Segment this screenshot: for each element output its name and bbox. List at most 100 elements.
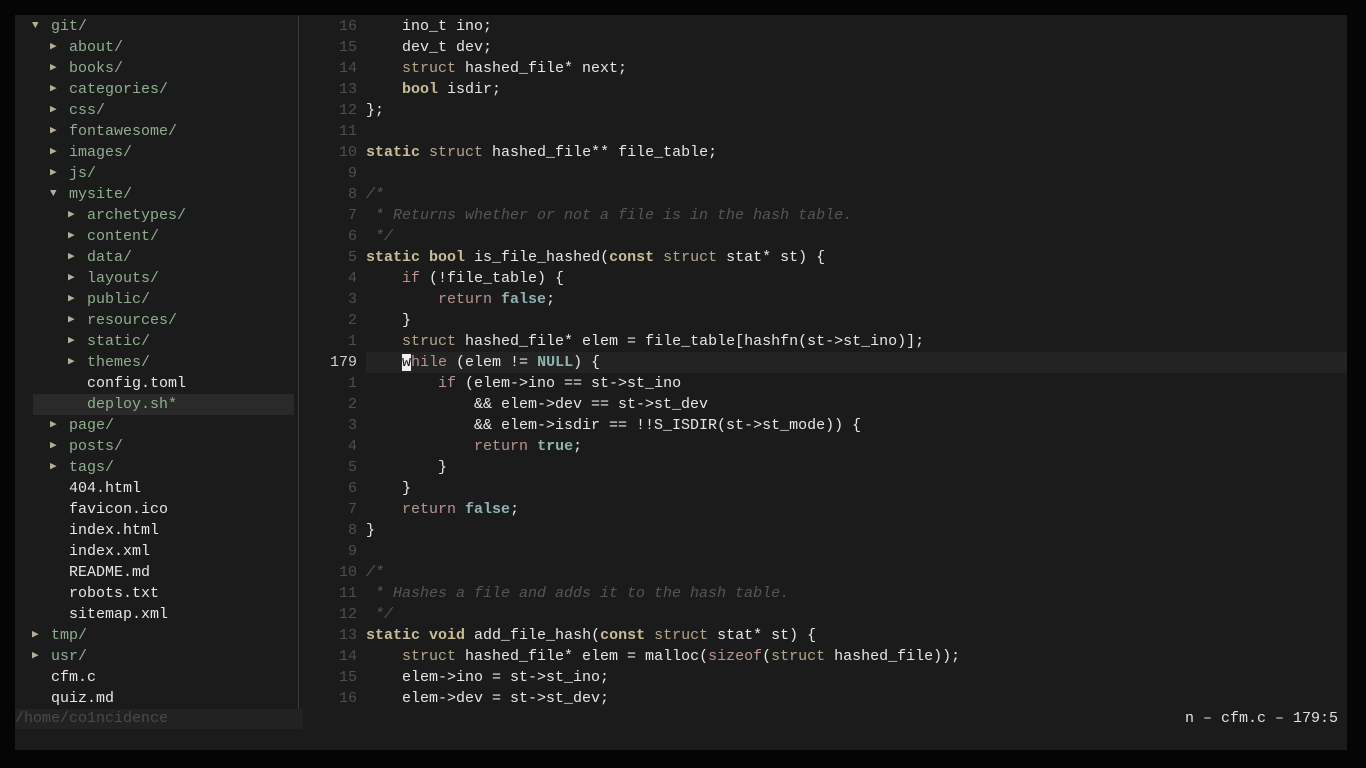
tree-folder[interactable]: ▶ static/ [15,331,295,352]
code-line[interactable]: 16 elem->dev = st->st_dev; [299,688,1347,709]
code-line[interactable]: 5 static bool is_file_hashed(const struct… [299,247,1347,268]
code-text: } [366,310,1347,331]
code-line[interactable]: 4 if (!file_table) { [299,268,1347,289]
collapsed-arrow-icon[interactable]: ▶ [68,247,75,268]
tree-file[interactable]: index.xml [15,541,295,562]
tree-item-name: quiz.md [51,690,115,707]
collapsed-arrow-icon[interactable]: ▶ [50,142,57,163]
line-number: 2 [347,312,357,329]
tree-folder[interactable]: ▶ resources/ [15,310,295,331]
file-tree[interactable]: ▼ git/ ▶ about/ ▶ books/ ▶ categories/ ▶ css/ ▶ fon… [15,16,299,709]
tree-folder[interactable]: ▶ posts/ [15,436,295,457]
code-line[interactable]: 7 * Returns whether or not a file is in … [299,205,1347,226]
code-line[interactable]: 1 struct hashed_file* elem = file_table[… [299,331,1347,352]
collapsed-arrow-icon[interactable]: ▶ [68,331,75,352]
collapsed-arrow-icon[interactable]: ▶ [50,457,57,478]
collapsed-arrow-icon[interactable]: ▶ [68,226,75,247]
tree-folder[interactable]: ▶ layouts/ [15,268,295,289]
tree-folder[interactable]: ▶ page/ [15,415,295,436]
tree-folder[interactable]: ▶ css/ [15,100,295,121]
tree-folder[interactable]: ▶ public/ [15,289,295,310]
collapsed-arrow-icon[interactable]: ▶ [68,268,75,289]
code-token: false [501,291,547,308]
tree-file[interactable]: 404.html [15,478,295,499]
collapsed-arrow-icon[interactable]: ▶ [32,625,39,646]
tree-file[interactable]: favicon.ico [15,499,295,520]
line-number: 5 [347,459,357,476]
code-line[interactable]: 13 static void add_file_hash(const struct… [299,625,1347,646]
code-line[interactable]: 10 static struct hashed_file** file_table… [299,142,1347,163]
code-line[interactable]: 9 [299,541,1347,562]
tree-folder[interactable]: ▶ fontawesome/ [15,121,295,142]
tree-folder[interactable]: ▶ themes/ [15,352,295,373]
collapsed-arrow-icon[interactable]: ▶ [50,415,57,436]
tree-folder[interactable]: ▶ usr/ [15,646,295,667]
collapsed-arrow-icon[interactable]: ▶ [68,310,75,331]
collapsed-arrow-icon[interactable]: ▶ [50,79,57,100]
code-line[interactable]: 11 [299,121,1347,142]
line-number: 10 [338,564,357,581]
code-line[interactable]: 1 if (elem->ino == st->st_ino [299,373,1347,394]
tree-folder[interactable]: ▶ books/ [15,58,295,79]
code-line[interactable]: 8} [299,520,1347,541]
code-line[interactable]: 11 * Hashes a file and adds it to the ha… [299,583,1347,604]
code-line[interactable]: 4 return true; [299,436,1347,457]
tree-folder[interactable]: ▼ git/ [15,16,295,37]
tree-file[interactable]: cfm.c [15,667,295,688]
tree-folder[interactable]: ▶ categories/ [15,79,295,100]
tree-file[interactable]: config.toml [15,373,295,394]
code-line[interactable]: 12}; [299,100,1347,121]
code-line[interactable]: 16 ino_t ino; [299,16,1347,37]
tree-folder[interactable]: ▶ data/ [15,247,295,268]
tree-folder[interactable]: ▶ js/ [15,163,295,184]
collapsed-arrow-icon[interactable]: ▶ [50,121,57,142]
collapsed-arrow-icon[interactable]: ▶ [50,37,57,58]
code-line[interactable]: 13 bool isdir; [299,79,1347,100]
code-line[interactable]: 10 /* [299,562,1347,583]
expanded-arrow-icon[interactable]: ▼ [50,184,57,205]
current-code-line[interactable]: 179 while (elem != NULL) { [299,352,1347,373]
collapsed-arrow-icon[interactable]: ▶ [50,58,57,79]
collapsed-arrow-icon[interactable]: ▶ [68,289,75,310]
code-token: } [366,522,376,539]
code-line[interactable]: 5 } [299,457,1347,478]
tree-file[interactable]: sitemap.xml [15,604,295,625]
tree-folder[interactable]: ▶ archetypes/ [15,205,295,226]
collapsed-arrow-icon[interactable]: ▶ [68,205,75,226]
collapsed-arrow-icon[interactable]: ▶ [50,163,57,184]
code-line[interactable]: 6 */ [299,226,1347,247]
tree-folder[interactable]: ▶ images/ [15,142,295,163]
code-line[interactable]: 6 } [299,478,1347,499]
collapsed-arrow-icon[interactable]: ▶ [50,100,57,121]
tree-folder[interactable]: ▶ tags/ [15,457,295,478]
tree-folder[interactable]: ▼ mysite/ [15,184,295,205]
line-number: 3 [347,291,357,308]
tree-file[interactable]: index.html [15,520,295,541]
tree-file[interactable]: robots.txt [15,583,295,604]
collapsed-arrow-icon[interactable]: ▶ [32,646,39,667]
tree-folder[interactable]: ▶ tmp/ [15,625,295,646]
code-token: static [366,249,421,266]
tree-folder[interactable]: ▶ about/ [15,37,295,58]
code-line[interactable]: 7 return false; [299,499,1347,520]
tree-folder[interactable]: ▶ content/ [15,226,295,247]
code-line[interactable]: 2 } [299,310,1347,331]
code-line[interactable]: 8 /* [299,184,1347,205]
tree-file[interactable]: quiz.md [15,688,295,709]
expanded-arrow-icon[interactable]: ▼ [32,16,39,37]
code-line[interactable]: 12 */ [299,604,1347,625]
collapsed-arrow-icon[interactable]: ▶ [50,436,57,457]
code-editor[interactable]: 16 ino_t ino; 15 dev_t dev; 14 struct ha… [299,16,1347,709]
tree-file[interactable]: README.md [15,562,295,583]
tree-file[interactable]: deploy.sh* [33,394,294,415]
code-line[interactable]: 3 && elem->isdir == !!S_ISDIR(st->st_mod… [299,415,1347,436]
code-line[interactable]: 15 elem->ino = st->st_ino; [299,667,1347,688]
collapsed-arrow-icon[interactable]: ▶ [68,352,75,373]
code-line[interactable]: 2 && elem->dev == st->st_dev [299,394,1347,415]
code-line[interactable]: 14 struct hashed_file* elem = malloc(siz… [299,646,1347,667]
code-line[interactable]: 14 struct hashed_file* next; [299,58,1347,79]
code-line[interactable]: 9 [299,163,1347,184]
code-line[interactable]: 15 dev_t dev; [299,37,1347,58]
code-line[interactable]: 3 return false; [299,289,1347,310]
